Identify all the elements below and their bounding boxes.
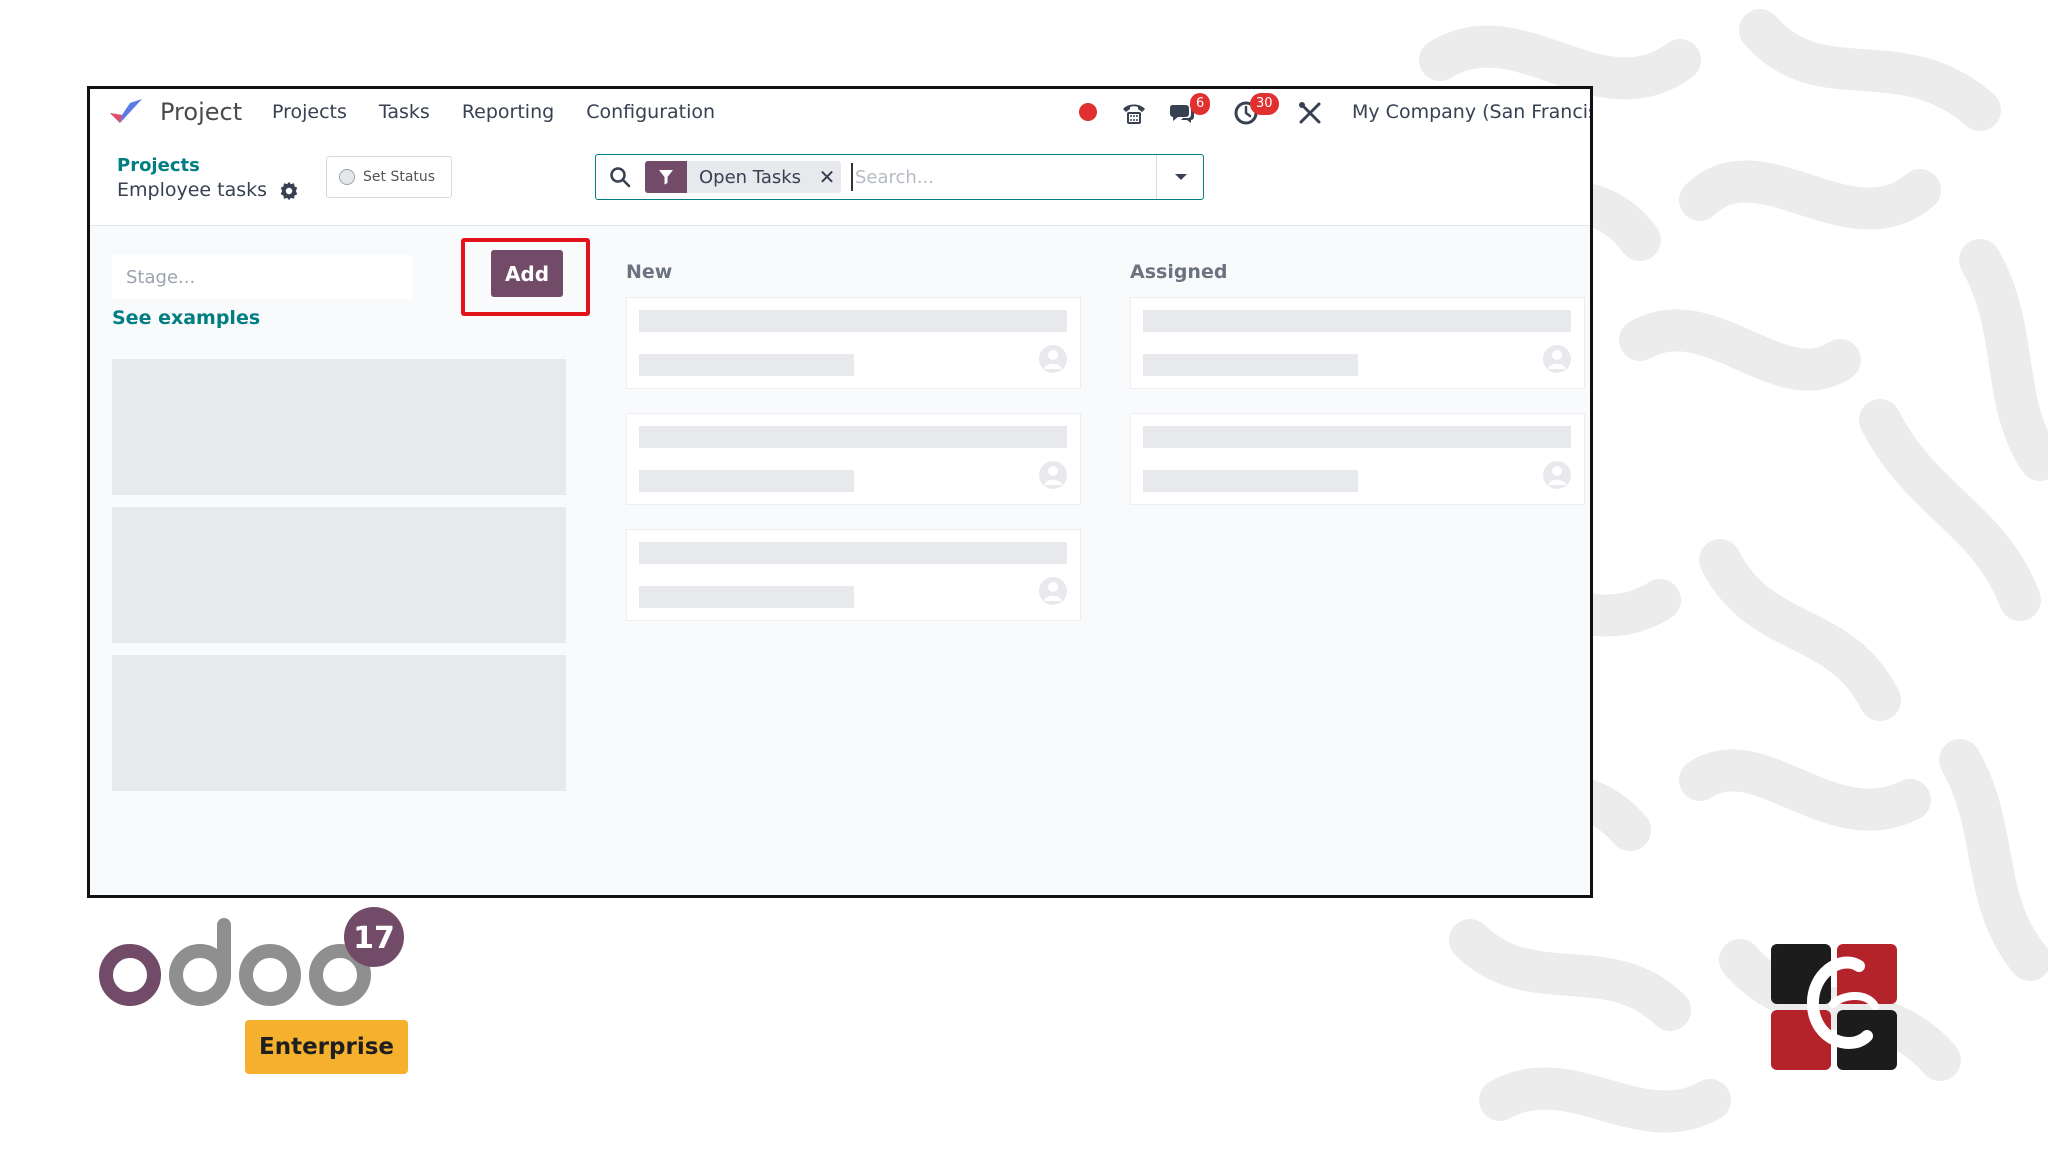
avatar-icon [1039, 577, 1067, 605]
project-app-logo-icon[interactable] [108, 97, 144, 127]
app-window: Project Projects Tasks Reporting Configu… [87, 86, 1593, 898]
app-name[interactable]: Project [160, 98, 242, 126]
phone-icon[interactable] [1120, 99, 1148, 127]
recording-indicator-icon[interactable] [1079, 103, 1097, 121]
facet-label: Open Tasks [699, 166, 802, 188]
menu-item-reporting[interactable]: Reporting [462, 101, 554, 123]
kanban-card-placeholder [626, 529, 1081, 621]
avatar-icon [1039, 345, 1067, 373]
search-facet: Open Tasks ✕ [645, 161, 842, 193]
search-bar: Open Tasks ✕ [595, 154, 1204, 200]
stage-example-placeholder [112, 359, 566, 495]
company-switcher[interactable]: My Company (San Francis [1352, 101, 1590, 123]
corner-brand-logo [1771, 944, 1897, 1070]
breadcrumb-projects[interactable]: Projects [117, 155, 200, 176]
main-menu: Projects Tasks Reporting Configuration [272, 101, 715, 123]
filter-icon [645, 161, 687, 193]
status-circle-icon [339, 169, 355, 185]
set-status-label: Set Status [363, 169, 436, 185]
menu-item-tasks[interactable]: Tasks [379, 101, 430, 123]
menu-item-configuration[interactable]: Configuration [586, 101, 715, 123]
facet-remove-icon[interactable]: ✕ [813, 161, 841, 193]
kanban-card-placeholder [626, 297, 1081, 389]
enterprise-label: Enterprise [245, 1020, 408, 1074]
set-status-button[interactable]: Set Status [326, 156, 452, 198]
gear-icon[interactable] [278, 180, 300, 202]
debug-tools-icon[interactable] [1296, 99, 1324, 127]
avatar-icon [1543, 461, 1571, 489]
menu-item-projects[interactable]: Projects [272, 101, 347, 123]
activities-badge: 30 [1250, 93, 1279, 115]
search-input[interactable] [851, 163, 1151, 191]
stage-name-input[interactable] [112, 255, 412, 299]
avatar-icon [1543, 345, 1571, 373]
kanban-card-placeholder [1130, 297, 1585, 389]
version-badge: 17 [353, 921, 395, 956]
avatar-icon [1039, 461, 1067, 489]
control-panel: Projects Employee tasks Set Status Open … [90, 137, 1590, 226]
stage-example-placeholder [112, 507, 566, 643]
add-stage-button[interactable]: Add [491, 250, 563, 297]
see-examples-link[interactable]: See examples [112, 307, 260, 329]
column-title-new: New [626, 261, 673, 283]
messages-badge: 6 [1190, 93, 1211, 115]
odoo-logo: 17 [99, 907, 404, 1006]
search-options-toggle[interactable] [1156, 155, 1204, 199]
caret-down-icon [1174, 174, 1187, 180]
stage-example-placeholder [112, 655, 566, 791]
column-title-assigned: Assigned [1130, 261, 1228, 283]
kanban-card-placeholder [626, 413, 1081, 505]
search-icon[interactable] [608, 165, 632, 189]
navbar: Project Projects Tasks Reporting Configu… [90, 89, 1590, 137]
kanban-card-placeholder [1130, 413, 1585, 505]
breadcrumb-current: Employee tasks [117, 179, 268, 201]
